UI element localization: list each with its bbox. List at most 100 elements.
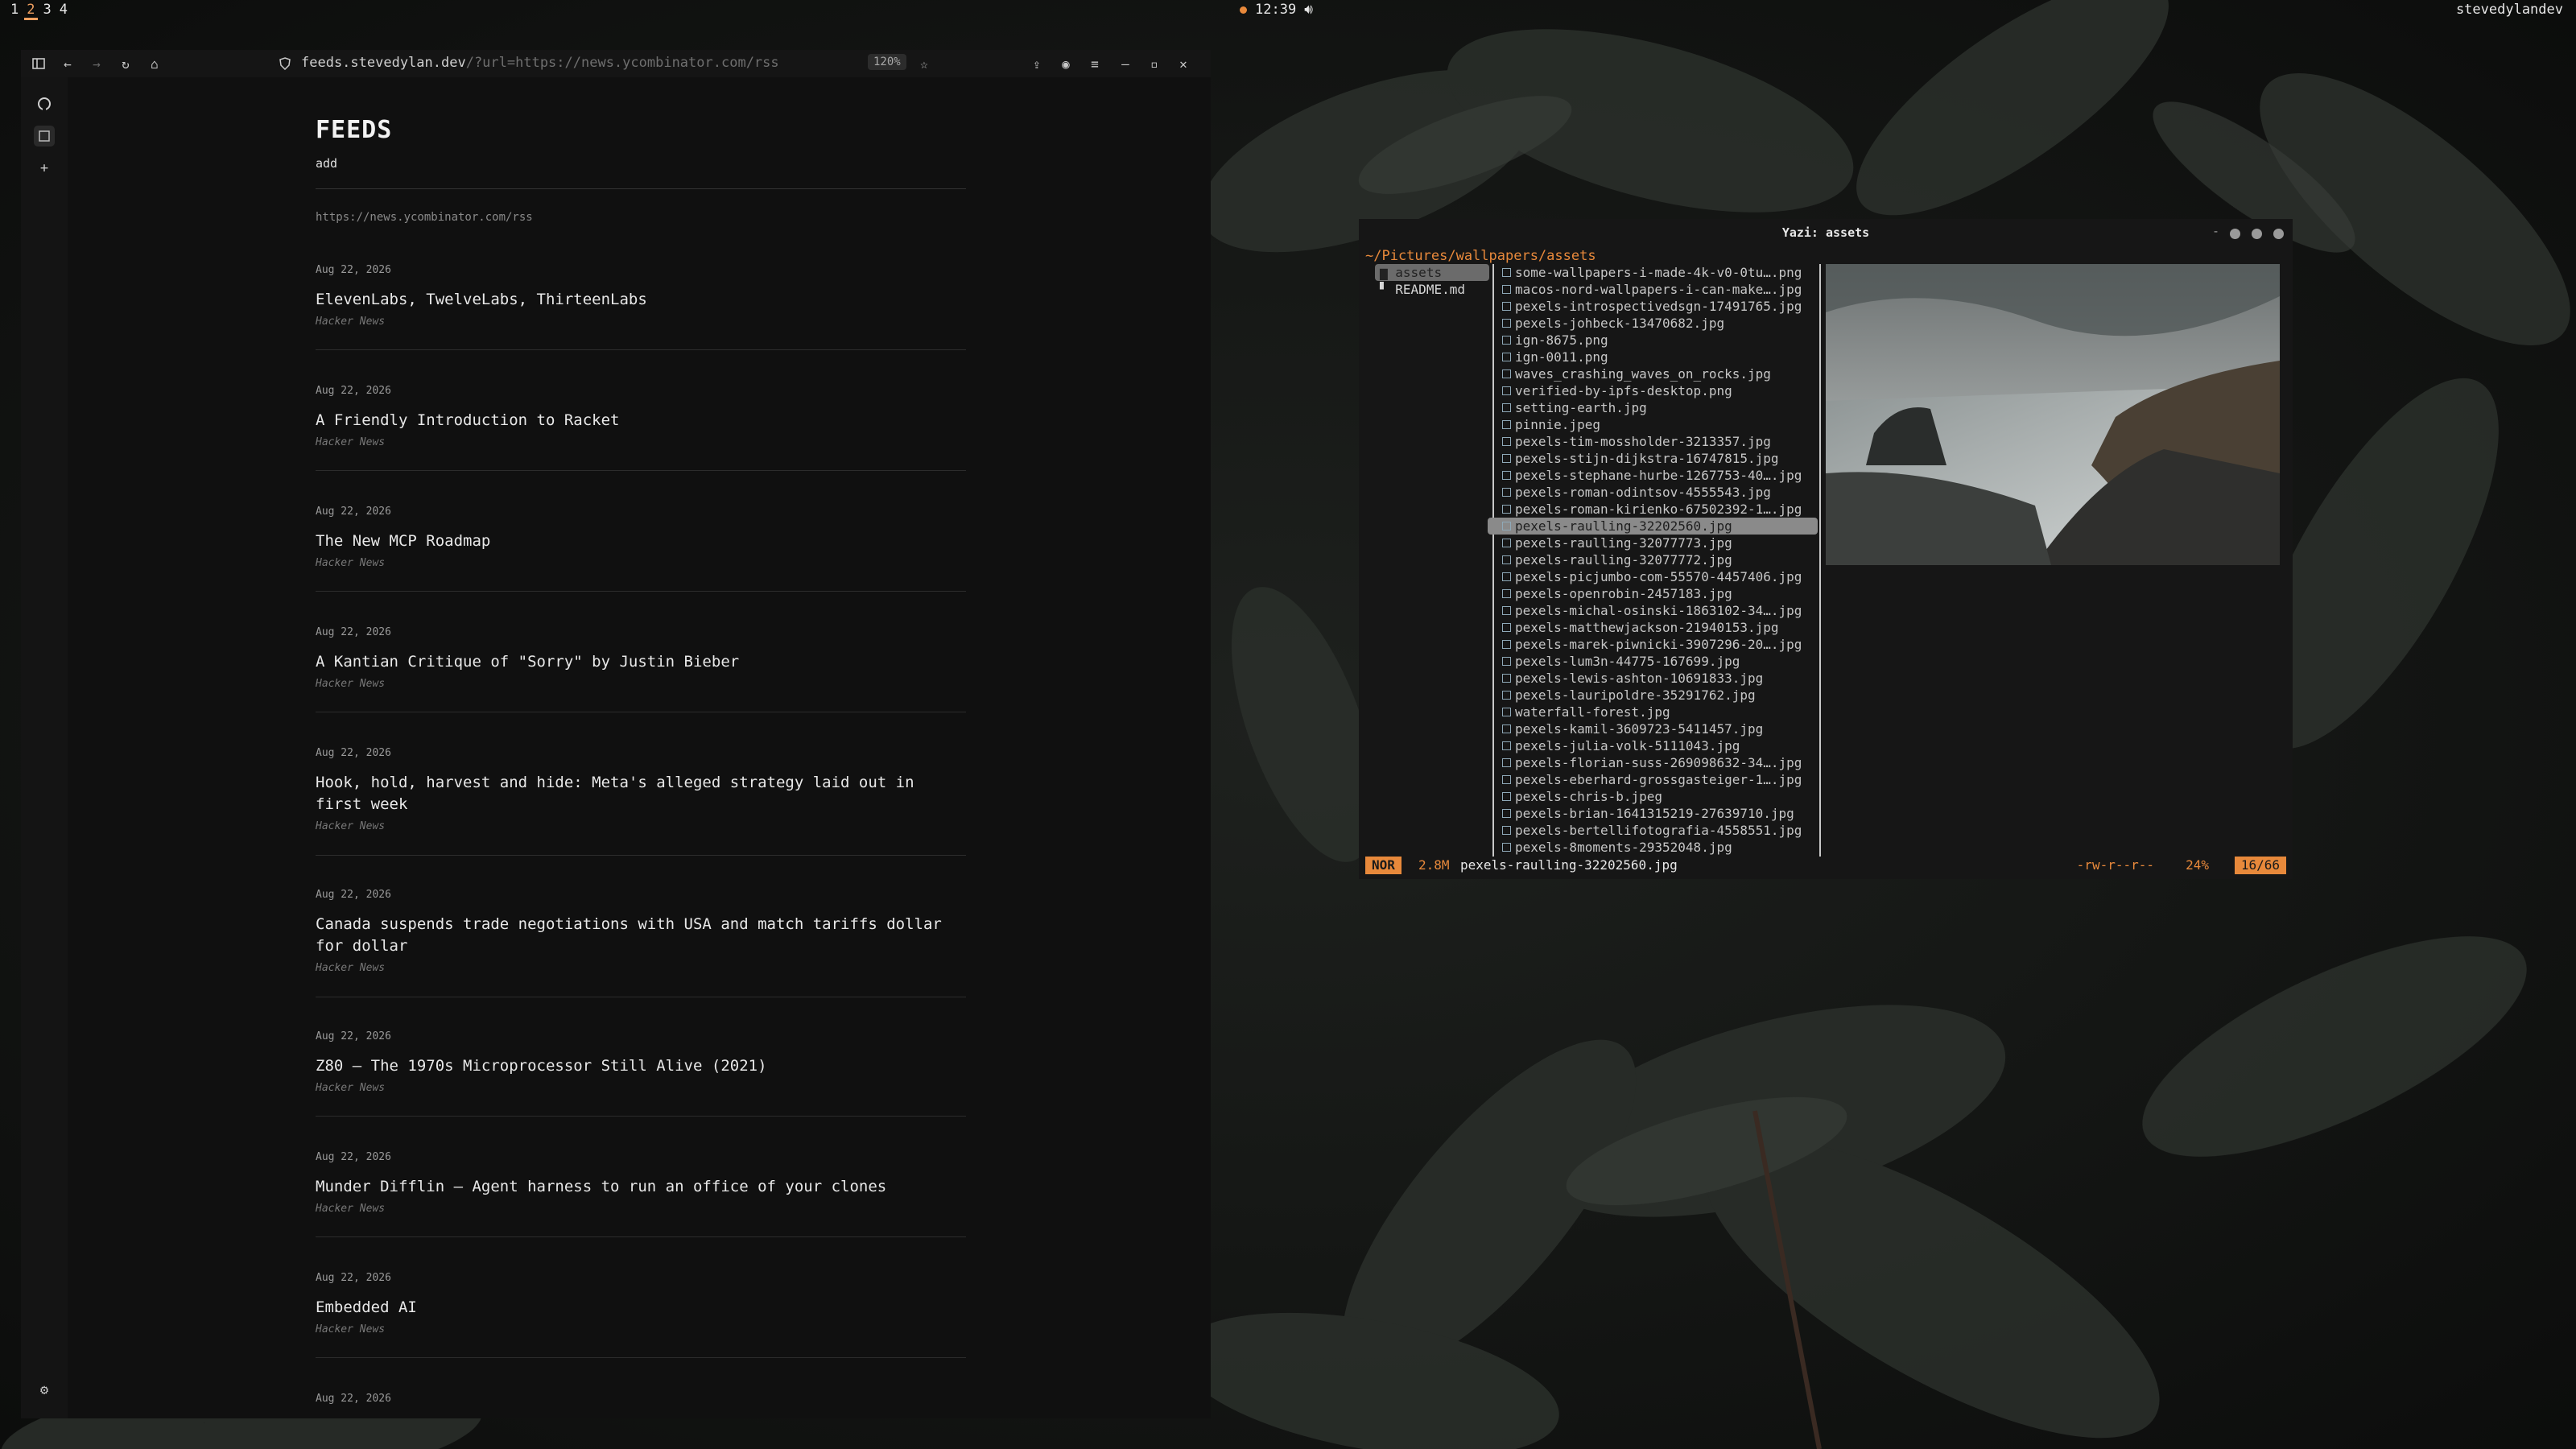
file-row[interactable]: ign-8675.png bbox=[1488, 332, 1818, 349]
item-title-link[interactable]: Munder Difflin – Agent harness to run an… bbox=[316, 1176, 966, 1198]
url-input[interactable]: feeds.stevedylan.dev/?url=https://news.y… bbox=[301, 55, 779, 71]
feed-url: https://news.ycombinator.com/rss bbox=[316, 211, 533, 224]
file-row[interactable]: ign-0011.png bbox=[1488, 349, 1818, 365]
item-title-link[interactable]: Embedded AI bbox=[316, 1297, 966, 1319]
file-row[interactable]: pexels-stephane-hurbe-1267753-40….jpg bbox=[1488, 467, 1818, 484]
sidebar-toggle-icon[interactable] bbox=[29, 54, 48, 73]
image-preview bbox=[1826, 264, 2280, 565]
close-icon[interactable]: ✕ bbox=[1174, 54, 1193, 73]
feed-item: Aug 22, 2026 Hook, hold, harvest and hid… bbox=[316, 747, 966, 832]
bookmark-star-icon[interactable]: ☆ bbox=[914, 54, 934, 73]
workspace-3[interactable]: 3 bbox=[41, 2, 54, 20]
file-row[interactable]: pexels-roman-odintsov-4555543.jpg bbox=[1488, 484, 1818, 501]
item-source: Hacker News bbox=[316, 1203, 386, 1215]
file-row[interactable]: pexels-tim-mossholder-3213357.jpg bbox=[1488, 433, 1818, 450]
window-dot-icon[interactable] bbox=[2252, 229, 2262, 239]
window-dot-icon[interactable] bbox=[2273, 229, 2284, 239]
back-icon[interactable]: ← bbox=[58, 54, 77, 73]
home-icon[interactable]: ⌂ bbox=[145, 54, 164, 73]
image-file-icon bbox=[1502, 589, 1511, 598]
workspace-2[interactable]: 2 bbox=[24, 2, 38, 20]
image-file-icon bbox=[1502, 437, 1511, 446]
item-title-link[interactable]: Hook, hold, harvest and hide: Meta's all… bbox=[316, 772, 966, 815]
volume-icon[interactable]: 🔊︎ bbox=[1304, 2, 1313, 18]
feed-item: Aug 22, 2026 ElevenLabs, TwelveLabs, Thi… bbox=[316, 264, 966, 328]
file-row[interactable]: pexels-raulling-32202560.jpg bbox=[1488, 518, 1818, 535]
file-row[interactable]: pexels-eberhard-grossgasteiger-1….jpg bbox=[1488, 771, 1818, 788]
maximize-icon[interactable]: ▫ bbox=[1145, 54, 1164, 73]
item-title-link[interactable]: A Friendly Introduction to Racket bbox=[316, 410, 966, 431]
item-title-link[interactable]: Z80 – The 1970s Microprocessor Still Ali… bbox=[316, 1055, 966, 1077]
browser-toolbar: ← → ↻ ⌂ feeds.stevedylan.dev/?url=https:… bbox=[21, 50, 1211, 77]
image-file-icon bbox=[1502, 843, 1511, 852]
file-row[interactable]: pexels-michal-osinski-1863102-34….jpg bbox=[1488, 602, 1818, 619]
image-file-icon bbox=[1502, 403, 1511, 412]
file-row[interactable]: verified-by-ipfs-desktop.png bbox=[1488, 382, 1818, 399]
file-row[interactable]: pexels-marek-piwnicki-3907296-20….jpg bbox=[1488, 636, 1818, 653]
shield-icon[interactable] bbox=[275, 54, 295, 73]
file-row[interactable]: pexels-roman-kirienko-67502392-1….jpg bbox=[1488, 501, 1818, 518]
item-date: Aug 22, 2026 bbox=[316, 1030, 391, 1042]
file-row[interactable]: pexels-brian-1641315219-27639710.jpg bbox=[1488, 805, 1818, 822]
username[interactable]: stevedylandev bbox=[2456, 2, 2563, 18]
file-row[interactable]: pexels-introspectivedsgn-17491765.jpg bbox=[1488, 298, 1818, 315]
app-tile-icon[interactable] bbox=[34, 126, 55, 147]
zoom-level-badge[interactable]: 120% bbox=[868, 54, 906, 70]
item-title-link[interactable]: ElevenLabs, TwelveLabs, ThirteenLabs bbox=[316, 289, 966, 311]
file-row[interactable]: pexels-bertellifotografia-4558551.jpg bbox=[1488, 822, 1818, 839]
file-row[interactable]: pexels-8moments-29352048.jpg bbox=[1488, 839, 1818, 856]
feed-item: Aug 22, 2026 Munder Difflin – Agent harn… bbox=[316, 1151, 966, 1215]
file-row[interactable]: waves_crashing_waves_on_rocks.jpg bbox=[1488, 365, 1818, 382]
file-name: waves_crashing_waves_on_rocks.jpg bbox=[1515, 366, 1771, 382]
file-row[interactable]: pinnie.jpeg bbox=[1488, 416, 1818, 433]
item-date: Aug 22, 2026 bbox=[316, 1393, 391, 1405]
item-title-link[interactable]: Canada suspends trade negotiations with … bbox=[316, 914, 966, 957]
file-row[interactable]: pexels-lum3n-44775-167699.jpg bbox=[1488, 653, 1818, 670]
file-row[interactable]: pexels-kamil-3609723-5411457.jpg bbox=[1488, 720, 1818, 737]
menu-icon[interactable]: ≡ bbox=[1085, 54, 1104, 73]
file-row[interactable]: pexels-raulling-32077772.jpg bbox=[1488, 551, 1818, 568]
selected-filename: pexels-raulling-32202560.jpg bbox=[1460, 857, 1678, 873]
add-link[interactable]: add bbox=[316, 156, 337, 171]
file-row[interactable]: pexels-johbeck-13470682.jpg bbox=[1488, 315, 1818, 332]
gear-icon[interactable]: ⚙ bbox=[34, 1380, 55, 1401]
item-date: Aug 22, 2026 bbox=[316, 626, 391, 638]
window-title: Yazi: assets bbox=[1781, 225, 1870, 240]
image-file-icon bbox=[1502, 826, 1511, 835]
image-file-icon bbox=[1502, 471, 1511, 480]
file-row[interactable]: macos-nord-wallpapers-i-can-make….jpg bbox=[1488, 281, 1818, 298]
workspace-switcher: 1 2 3 4 bbox=[8, 2, 70, 20]
file-row[interactable]: waterfall-forest.jpg bbox=[1488, 704, 1818, 720]
file-row[interactable]: pexels-openrobin-2457183.jpg bbox=[1488, 585, 1818, 602]
file-row[interactable]: pexels-julia-volk-5111043.jpg bbox=[1488, 737, 1818, 754]
file-row[interactable]: some-wallpapers-i-made-4k-v0-0tu….png bbox=[1488, 264, 1818, 281]
window-dot-icon[interactable] bbox=[2230, 229, 2240, 239]
forward-icon[interactable]: → bbox=[87, 54, 106, 73]
add-panel-icon[interactable]: + bbox=[34, 158, 55, 179]
item-title-link[interactable]: The New MCP Roadmap bbox=[316, 530, 966, 552]
image-file-icon bbox=[1502, 691, 1511, 700]
file-name: pexels-raulling-32202560.jpg bbox=[1515, 518, 1732, 534]
workspace-4[interactable]: 4 bbox=[57, 2, 70, 20]
reload-icon[interactable]: ↻ bbox=[116, 54, 135, 73]
minimize-icon[interactable]: – bbox=[1116, 54, 1135, 73]
github-icon[interactable] bbox=[34, 93, 55, 114]
file-row[interactable]: pexels-lewis-ashton-10691833.jpg bbox=[1488, 670, 1818, 687]
share-icon[interactable]: ⇪ bbox=[1027, 54, 1046, 73]
file-row[interactable]: pexels-raulling-32077773.jpg bbox=[1488, 535, 1818, 551]
item-title-link[interactable]: A Kantian Critique of "Sorry" by Justin … bbox=[316, 651, 966, 673]
parent-entry[interactable]: ▆ assets bbox=[1375, 264, 1489, 281]
extensions-icon[interactable]: ◉ bbox=[1056, 54, 1075, 73]
file-row[interactable]: pexels-florian-suss-269098632-34….jpg bbox=[1488, 754, 1818, 771]
file-row[interactable]: pexels-chris-b.jpeg bbox=[1488, 788, 1818, 805]
clock[interactable]: 12:39 bbox=[1255, 2, 1296, 18]
file-row[interactable]: pexels-lauripoldre-35291762.jpg bbox=[1488, 687, 1818, 704]
file-row[interactable]: pexels-matthewjackson-21940153.jpg bbox=[1488, 619, 1818, 636]
file-name: pexels-florian-suss-269098632-34….jpg bbox=[1515, 755, 1802, 770]
file-row[interactable]: setting-earth.jpg bbox=[1488, 399, 1818, 416]
file-row[interactable]: pexels-picjumbo-com-55570-4457406.jpg bbox=[1488, 568, 1818, 585]
parent-entry[interactable]: ▘ README.md bbox=[1375, 281, 1489, 298]
workspace-1[interactable]: 1 bbox=[8, 2, 21, 20]
minimize-icon[interactable]: - bbox=[2212, 224, 2219, 238]
file-row[interactable]: pexels-stijn-dijkstra-16747815.jpg bbox=[1488, 450, 1818, 467]
